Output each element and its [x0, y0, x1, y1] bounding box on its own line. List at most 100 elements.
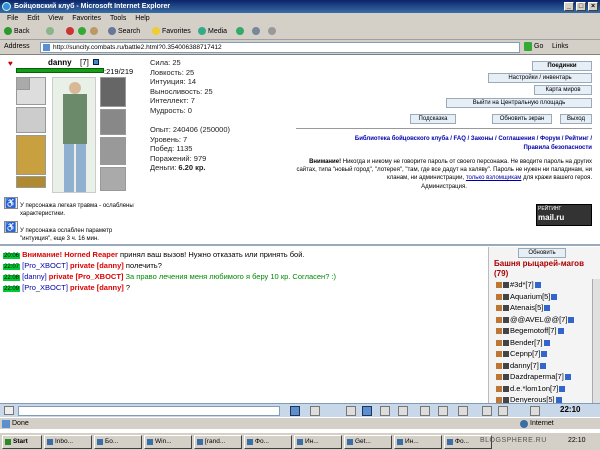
exit-button[interactable]: Выход — [560, 114, 592, 124]
player-item[interactable]: Aquarium[5] — [496, 292, 558, 302]
player-item[interactable]: danny[7] — [496, 361, 547, 371]
trauma-icon[interactable]: ♿ — [4, 197, 18, 209]
player-item[interactable]: Bender[7] — [496, 338, 551, 348]
taskbar-task[interactable]: Бо... — [94, 435, 142, 449]
private-arrow-icon[interactable] — [496, 351, 502, 358]
hint-button[interactable]: Подсказка — [410, 114, 456, 124]
settings-inventory-button[interactable]: Настройки / инвентарь — [488, 73, 592, 83]
private-arrow-icon[interactable] — [496, 328, 502, 335]
private-arrow-icon[interactable] — [496, 316, 502, 323]
links-button[interactable]: Links — [552, 43, 568, 50]
settings-icon[interactable] — [420, 406, 430, 416]
player-name[interactable]: Cepnp[7] — [510, 349, 540, 358]
private-arrow-icon[interactable] — [496, 362, 502, 369]
player-item[interactable]: d.e.*lom1on[7] — [496, 384, 566, 394]
print-button[interactable] — [268, 26, 278, 38]
home-button[interactable] — [90, 26, 100, 38]
heavy-helmet-slot[interactable] — [100, 77, 126, 107]
player-name[interactable]: Begemotoff[7] — [510, 326, 557, 335]
taskbar-task[interactable]: Win... — [144, 435, 192, 449]
taskbar-task[interactable]: Ин... — [294, 435, 342, 449]
gloves-slot[interactable] — [100, 109, 126, 135]
info-icon[interactable] — [564, 374, 571, 381]
sound-icon[interactable] — [380, 406, 390, 416]
forward-button[interactable] — [46, 26, 56, 38]
info-icon[interactable] — [541, 351, 548, 358]
player-item[interactable]: #3d*[7] — [496, 280, 542, 290]
media-button[interactable]: Media — [198, 26, 227, 38]
private-arrow-icon[interactable] — [496, 305, 502, 312]
history-button[interactable] — [236, 26, 246, 38]
taskbar-task[interactable]: Get... — [344, 435, 392, 449]
private-arrow-icon[interactable] — [496, 374, 502, 381]
player-name[interactable]: @@AVEL@@[7] — [510, 315, 567, 324]
clear-icon[interactable] — [310, 406, 320, 416]
menu-tools[interactable]: Tools — [110, 15, 126, 22]
player-name[interactable]: Dazdraperma[7] — [510, 372, 564, 381]
central-square-button[interactable]: Выйти на Центральную площадь — [446, 98, 592, 108]
exit-chat-icon[interactable] — [458, 406, 468, 416]
start-button[interactable]: Start — [2, 435, 42, 449]
player-item[interactable]: Dazdraperma[7] — [496, 372, 572, 382]
chat-input[interactable] — [18, 406, 280, 416]
private-icon[interactable] — [398, 406, 408, 416]
maximize-button[interactable]: □ — [576, 2, 586, 11]
menu-edit[interactable]: Edit — [27, 15, 39, 22]
minimize-button[interactable]: _ — [564, 2, 574, 11]
links-row-1[interactable]: Библиотека бойцовского клуба / FAQ / Зак… — [300, 135, 592, 144]
player-name[interactable]: #3d*[7] — [510, 280, 534, 289]
taskbar-task[interactable]: Фо... — [244, 435, 292, 449]
library-links[interactable]: Библиотека бойцовского клуба / FAQ / Зак… — [300, 135, 592, 153]
players-scrollbar[interactable] — [592, 279, 600, 407]
private-arrow-icon[interactable] — [496, 339, 502, 346]
player-item[interactable]: Atenais[5] — [496, 303, 551, 313]
chat-sender[interactable]: [Pro_XBOCT] — [22, 283, 70, 292]
send-icon[interactable] — [290, 406, 300, 416]
scroll-down-icon[interactable] — [530, 406, 540, 416]
taskbar-task[interactable]: Inbo... — [44, 435, 92, 449]
trade-icon[interactable] — [438, 406, 448, 416]
menu-file[interactable]: File — [7, 15, 18, 22]
filter-icon[interactable] — [362, 406, 372, 416]
chat-sender[interactable]: [danny] — [22, 272, 49, 281]
smile-icon[interactable] — [4, 406, 14, 415]
player-name[interactable]: d.e.*lom1on[7] — [510, 384, 558, 393]
refresh-list-button[interactable]: Обновить — [518, 248, 566, 258]
player-item[interactable]: Cepnp[7] — [496, 349, 548, 359]
info-icon[interactable] — [559, 385, 566, 392]
info-icon[interactable] — [544, 305, 551, 312]
channel-icon[interactable] — [346, 406, 356, 416]
url-field[interactable]: http://suncity.combats.ru/battle2.html?0… — [40, 42, 520, 53]
links-row-2[interactable]: Правила безопасности — [300, 144, 592, 153]
fights-button[interactable]: Поединки — [532, 61, 592, 71]
menu-view[interactable]: View — [48, 15, 63, 22]
info-icon[interactable] — [568, 316, 575, 323]
info-icon[interactable] — [539, 362, 546, 369]
player-name[interactable]: Bender[7] — [510, 338, 543, 347]
stop-button[interactable] — [66, 26, 76, 38]
info-icon[interactable] — [543, 339, 550, 346]
refresh-screen-button[interactable]: Обновить экран — [492, 114, 552, 124]
player-item[interactable]: Begemotoff[7] — [496, 326, 565, 336]
player-item[interactable]: @@AVEL@@[7] — [496, 315, 575, 325]
private-arrow-icon[interactable] — [496, 282, 502, 289]
taskbar-task[interactable]: [rand... — [194, 435, 242, 449]
player-name[interactable]: Atenais[5] — [510, 303, 543, 312]
private-arrow-icon[interactable] — [496, 293, 502, 300]
menu-help[interactable]: Help — [135, 15, 149, 22]
armor-slot[interactable] — [16, 135, 46, 175]
taskbar-task[interactable]: Ин... — [394, 435, 442, 449]
player-name[interactable]: danny[7] — [510, 361, 539, 370]
back-button[interactable]: Back — [4, 26, 30, 38]
player-name[interactable]: Aquarium[5] — [510, 292, 550, 301]
boots-slot[interactable] — [100, 167, 126, 191]
refresh-page-button[interactable] — [78, 26, 88, 38]
options-icon[interactable] — [498, 406, 508, 416]
chat-sender[interactable]: [Pro_XBOCT] — [22, 261, 70, 270]
mail-button[interactable] — [252, 26, 262, 38]
emoticon-icon[interactable] — [482, 406, 492, 416]
belt-slot[interactable] — [16, 176, 46, 188]
go-arrow-icon[interactable] — [524, 42, 532, 51]
char-name[interactable]: danny — [48, 58, 72, 67]
world-map-button[interactable]: Карта миров — [534, 85, 592, 95]
